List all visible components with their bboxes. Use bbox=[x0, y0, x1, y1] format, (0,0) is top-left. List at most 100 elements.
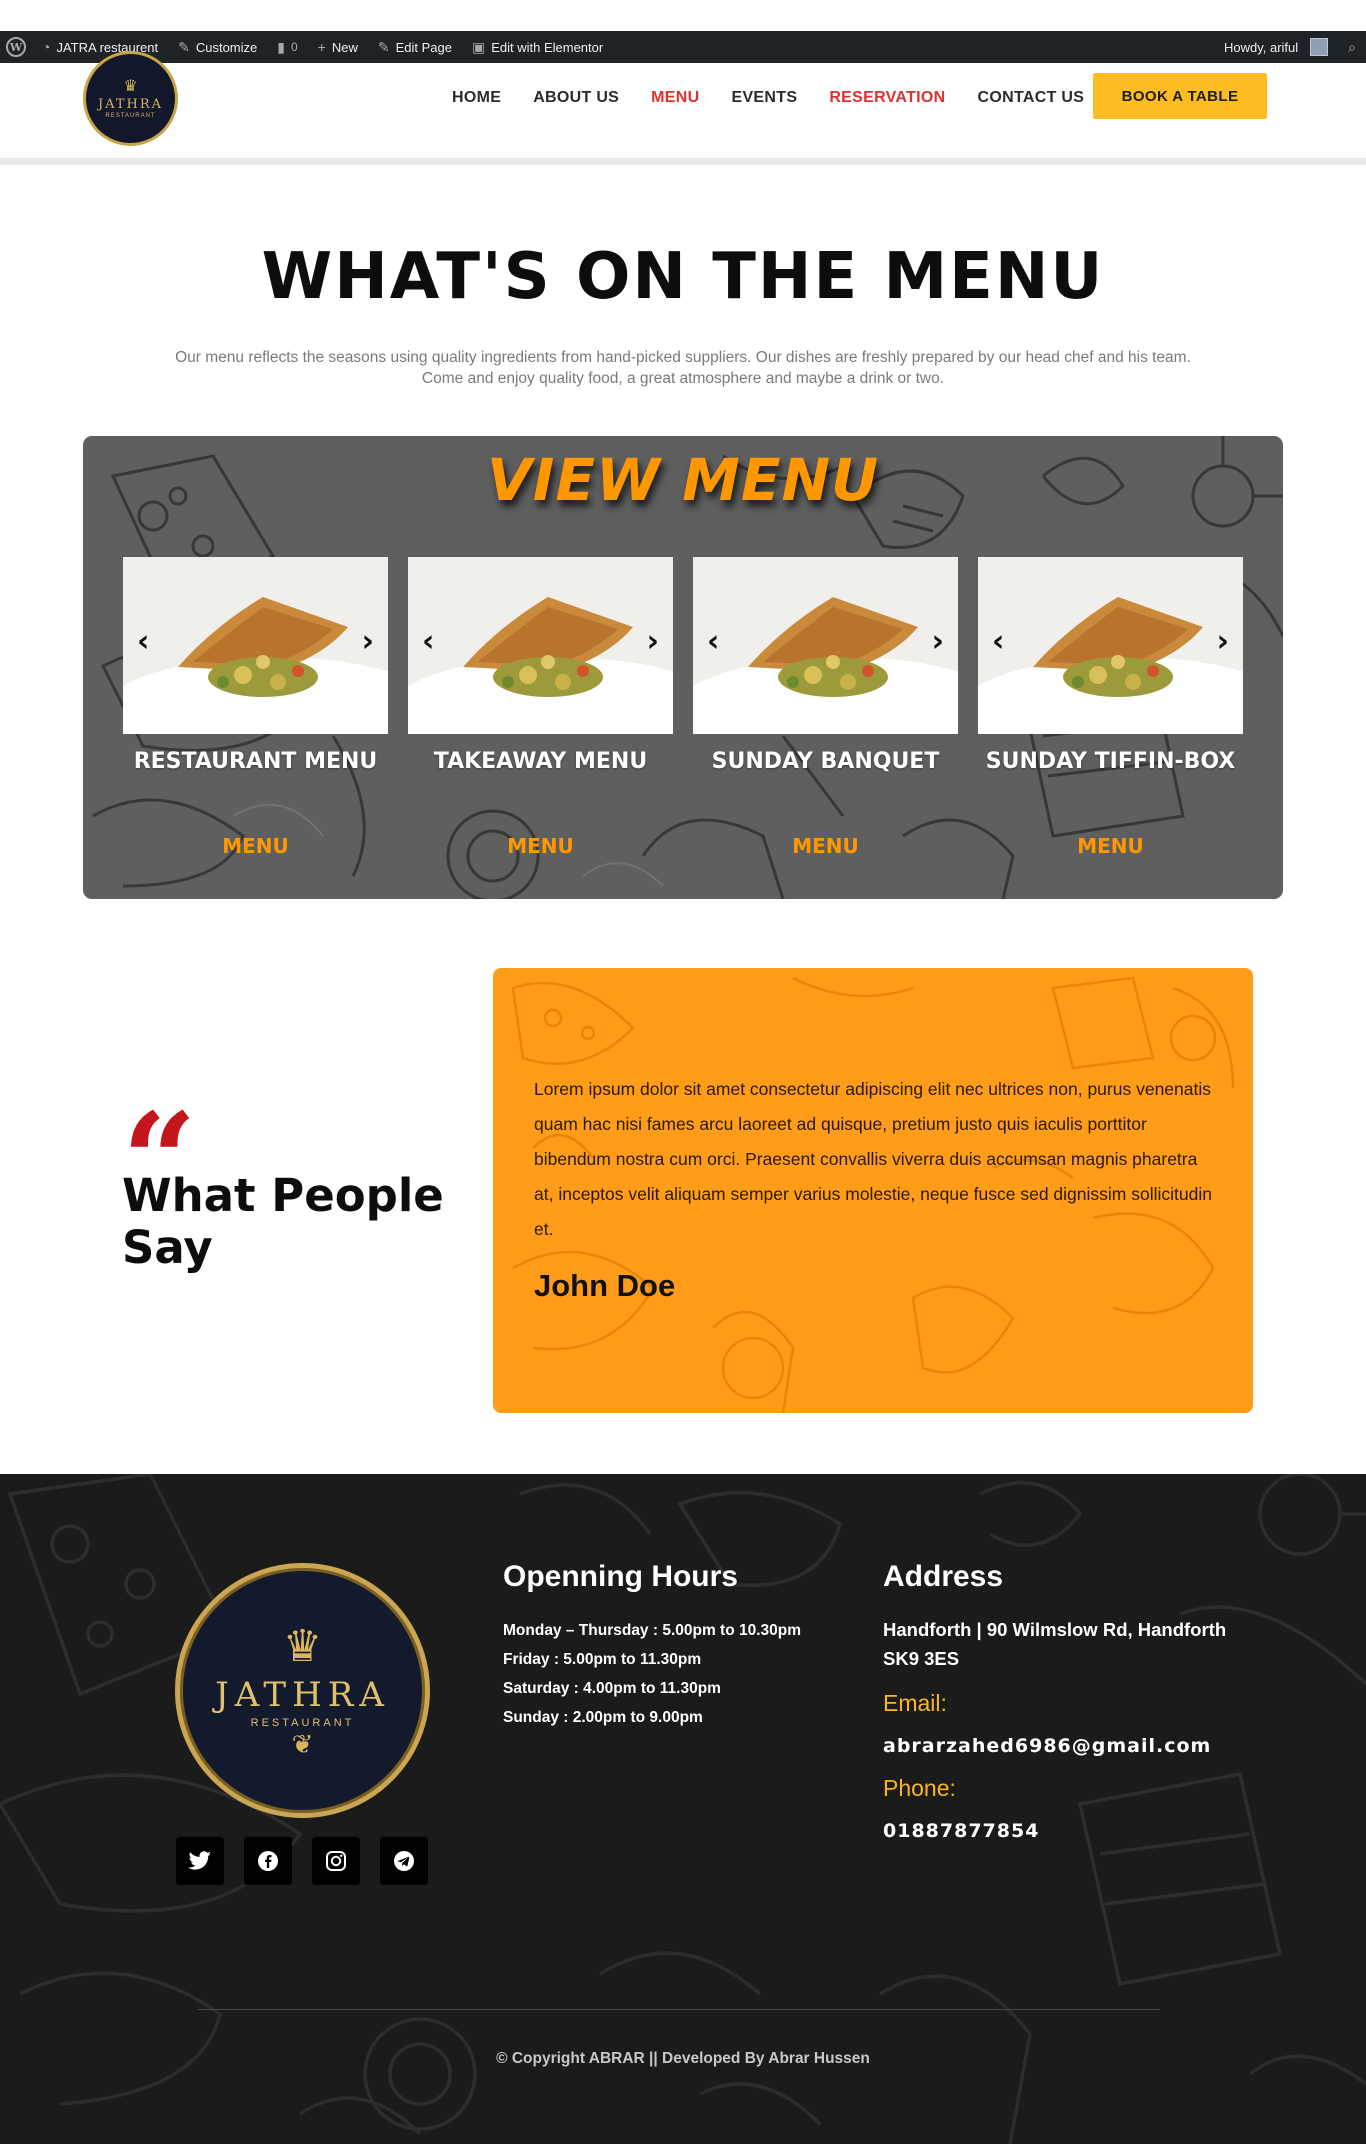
quote-icon: “ bbox=[122, 1084, 197, 1237]
logo-ornament-icon: ♛ bbox=[282, 1621, 323, 1671]
new-label: New bbox=[331, 39, 358, 55]
dish-image bbox=[408, 597, 673, 734]
menu-card-title: TAKEAWAY MENU bbox=[433, 749, 648, 774]
email-label: Email: bbox=[883, 1690, 947, 1716]
edit-page-label: Edit Page bbox=[395, 39, 452, 55]
phone-link[interactable]: 01887877854 bbox=[883, 1820, 1039, 1842]
hours-row: Monday – Thursday : 5.00pm to 10.30pm bbox=[503, 1622, 802, 1639]
menu-card-takeaway[interactable]: ‹ › TAKEAWAY MENU MENU bbox=[408, 557, 673, 858]
search-icon: ⌕ bbox=[1348, 38, 1356, 55]
brush-icon: ✎ bbox=[178, 38, 190, 55]
twitter-button[interactable] bbox=[176, 1837, 224, 1885]
carousel-prev-icon[interactable]: ‹ bbox=[137, 627, 149, 657]
menu-card-sunday-banquet[interactable]: ‹ › SUNDAY BANQUET MENU bbox=[693, 557, 958, 858]
instagram-icon bbox=[326, 1851, 346, 1871]
book-a-table-button[interactable]: BOOK A TABLE bbox=[1093, 73, 1267, 119]
page-title: WHAT'S ON THE MENU bbox=[261, 240, 1105, 314]
plus-icon: + bbox=[317, 39, 326, 55]
dashboard-icon: ◔ bbox=[42, 39, 51, 55]
view-menu-heading: VIEW MENU bbox=[486, 446, 880, 514]
howdy-label: Howdy, ariful bbox=[1223, 39, 1299, 55]
site-logo[interactable]: ♛ JATHRA RESTAURANT bbox=[83, 51, 178, 146]
customize-link[interactable]: ✎ Customize bbox=[168, 31, 267, 63]
footer-logo-word: JATHRA bbox=[215, 1674, 390, 1715]
address-title: Address bbox=[883, 1560, 1004, 1593]
edit-elementor-label: Edit with Elementor bbox=[491, 39, 604, 55]
testimonials-title: What People Say bbox=[122, 1169, 444, 1274]
nav-events[interactable]: EVENTS bbox=[731, 89, 797, 107]
carousel-next-icon[interactable]: › bbox=[1217, 627, 1229, 657]
social-links bbox=[176, 1837, 428, 1885]
edit-elementor-link[interactable]: ▣ Edit with Elementor bbox=[462, 31, 613, 63]
wordpress-icon: W bbox=[6, 37, 26, 57]
intro-line-1: Our menu reflects the seasons using qual… bbox=[175, 349, 1191, 366]
twitter-icon bbox=[188, 1851, 211, 1870]
header-divider bbox=[0, 158, 1366, 165]
logo-ornament-icon: ♛ bbox=[123, 77, 138, 95]
nav-menu[interactable]: MENU bbox=[651, 89, 699, 107]
menu-card-link[interactable]: MENU bbox=[408, 834, 673, 858]
wp-admin-bar: W ◔ JATRA restaurent ✎ Customize ▮ 0 + N… bbox=[0, 31, 1366, 63]
facebook-icon bbox=[258, 1851, 278, 1871]
carousel-next-icon[interactable]: › bbox=[647, 627, 659, 657]
wordpress-logo-button[interactable]: W bbox=[0, 31, 32, 63]
menu-card-link[interactable]: MENU bbox=[978, 834, 1243, 858]
nav-home[interactable]: HOME bbox=[452, 89, 501, 107]
menu-card-title: SUNDAY BANQUET bbox=[711, 749, 940, 774]
carousel-prev-icon[interactable]: ‹ bbox=[707, 627, 719, 657]
elementor-icon: ▣ bbox=[471, 38, 486, 55]
comments-count: 0 bbox=[290, 40, 298, 54]
testimonial-card: Lorem ipsum dolor sit amet consectetur a… bbox=[493, 968, 1253, 1413]
telegram-icon bbox=[394, 1851, 414, 1871]
carousel-next-icon[interactable]: › bbox=[362, 627, 374, 657]
hours-row: Saturday : 4.00pm to 11.30pm bbox=[503, 1680, 721, 1697]
hours-row: Friday : 5.00pm to 11.30pm bbox=[503, 1651, 702, 1668]
menu-card-title: RESTAURANT MENU bbox=[133, 749, 378, 774]
intro-line-2: Come and enjoy quality food, a great atm… bbox=[421, 370, 945, 387]
logo-sub: RESTAURANT bbox=[105, 112, 156, 119]
menu-card-sunday-tiffin-box[interactable]: ‹ › SUNDAY TIFFIN-BOX MENU bbox=[978, 557, 1243, 858]
phone-label: Phone: bbox=[883, 1775, 956, 1801]
email-link[interactable]: abrarzahed6986@gmail.com bbox=[883, 1735, 1211, 1757]
dish-image bbox=[693, 597, 958, 734]
footer-logo[interactable]: ♛ JATHRA RESTAURANT ❦ bbox=[175, 1563, 430, 1818]
pencil-icon: ✎ bbox=[377, 38, 390, 55]
menu-card-link[interactable]: MENU bbox=[693, 834, 958, 858]
user-account-link[interactable]: Howdy, ariful bbox=[1214, 31, 1338, 63]
nav-about-us[interactable]: ABOUT US bbox=[533, 89, 619, 107]
avatar bbox=[1310, 38, 1329, 56]
carousel-prev-icon[interactable]: ‹ bbox=[992, 627, 1004, 657]
dish-image bbox=[978, 597, 1243, 734]
site-footer: ♛ JATHRA RESTAURANT ❦ Openning Hours Mon… bbox=[0, 1474, 1366, 2144]
customize-label: Customize bbox=[195, 39, 258, 55]
logo-scroll-icon: ❦ bbox=[291, 1728, 314, 1759]
menu-card-title: SUNDAY TIFFIN-BOX bbox=[985, 749, 1236, 774]
site-header: ♛ JATHRA RESTAURANT HOME ABOUT US MENU E… bbox=[0, 51, 1366, 158]
menu-intro: Our menu reflects the seasons using qual… bbox=[120, 347, 1246, 389]
nav-reservation[interactable]: RESERVATION bbox=[829, 89, 945, 107]
carousel-next-icon[interactable]: › bbox=[932, 627, 944, 657]
instagram-button[interactable] bbox=[312, 1837, 360, 1885]
address-text: Handforth | 90 Wilmslow Rd, Handforth SK… bbox=[883, 1619, 1227, 1669]
telegram-button[interactable] bbox=[380, 1837, 428, 1885]
footer-divider bbox=[198, 2009, 1160, 2010]
nav-contact-us[interactable]: CONTACT US bbox=[978, 89, 1085, 107]
view-menu-section: VIEW MENU ‹ › RESTAURANT MENU MENU ‹ › T… bbox=[83, 436, 1283, 899]
dish-photo: ‹ › bbox=[123, 557, 388, 734]
footer-logo-sub: RESTAURANT bbox=[250, 1716, 355, 1729]
dish-photo: ‹ › bbox=[978, 557, 1243, 734]
facebook-button[interactable] bbox=[244, 1837, 292, 1885]
comments-link[interactable]: ▮ 0 bbox=[267, 31, 307, 63]
main-nav: HOME ABOUT US MENU EVENTS RESERVATION CO… bbox=[436, 84, 1100, 112]
menu-card-restaurant[interactable]: ‹ › RESTAURANT MENU MENU bbox=[123, 557, 388, 858]
dish-photo: ‹ › bbox=[693, 557, 958, 734]
new-content-link[interactable]: + New bbox=[308, 31, 368, 63]
search-button[interactable]: ⌕ bbox=[1338, 31, 1366, 63]
testimonial-author: John Doe bbox=[534, 1268, 676, 1303]
opening-hours-title: Openning Hours bbox=[503, 1560, 738, 1593]
copyright-text: © Copyright ABRAR || Developed By Abrar … bbox=[496, 2050, 870, 2067]
carousel-prev-icon[interactable]: ‹ bbox=[422, 627, 434, 657]
menu-card-link[interactable]: MENU bbox=[123, 834, 388, 858]
edit-page-link[interactable]: ✎ Edit Page bbox=[368, 31, 462, 63]
dish-image bbox=[123, 597, 388, 734]
